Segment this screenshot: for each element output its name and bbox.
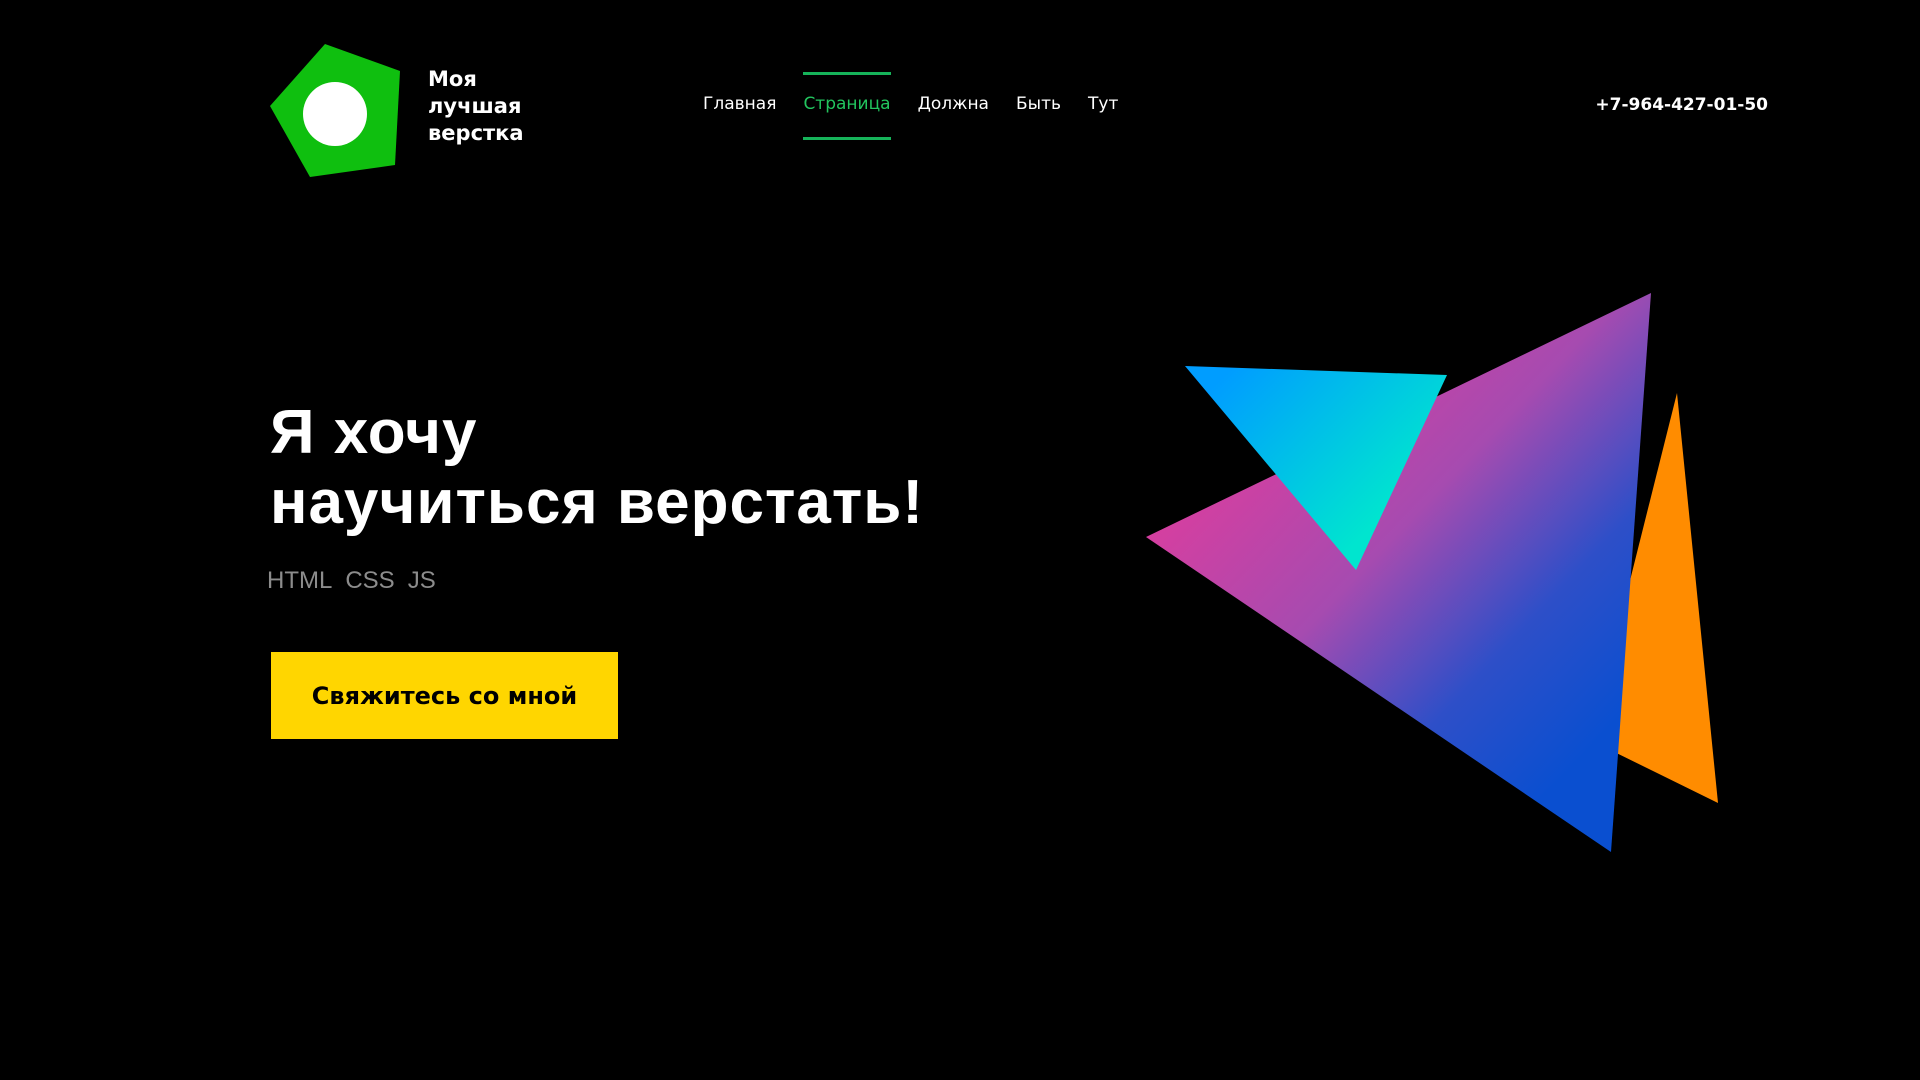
- main-nav: Главная Страница Должна Быть Тут: [703, 72, 1118, 142]
- nav-item-page[interactable]: Страница: [803, 72, 891, 140]
- logo-circle: [303, 82, 367, 146]
- contact-button[interactable]: Свяжитесь со мной: [271, 652, 618, 739]
- logo-text-line-2: лучшая: [428, 94, 522, 118]
- hero-title-line-1: Я хочу: [270, 398, 478, 467]
- tech-item-html: HTML: [267, 567, 333, 594]
- nav-item-should[interactable]: Должна: [918, 72, 989, 120]
- logo-pentagon-icon[interactable]: [268, 40, 408, 180]
- nav-item-here[interactable]: Тут: [1088, 72, 1118, 120]
- nav-item-be[interactable]: Быть: [1016, 72, 1061, 120]
- hero-triangles-graphic: [1146, 293, 1718, 852]
- tech-list: HTML CSS JS: [267, 567, 436, 595]
- tech-item-js: JS: [407, 567, 436, 594]
- hero-title: Я хочу научиться верстать!: [270, 398, 924, 538]
- tech-item-css: CSS: [345, 567, 395, 594]
- hero-title-line-2: научиться верстать!: [270, 468, 924, 537]
- logo-text-line-1: Моя: [428, 67, 477, 91]
- phone-link[interactable]: +7-964-427-01-50: [1595, 95, 1768, 115]
- logo-text[interactable]: Моя лучшая верстка: [428, 66, 568, 147]
- logo-text-line-3: верстка: [428, 121, 524, 145]
- nav-item-main[interactable]: Главная: [703, 72, 776, 120]
